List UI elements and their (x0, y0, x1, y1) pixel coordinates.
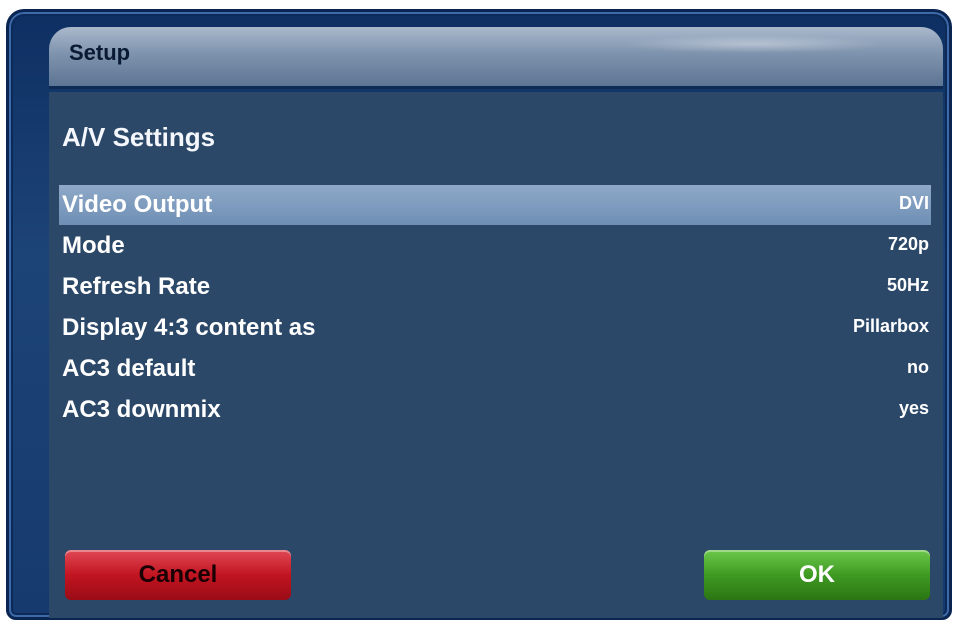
ok-button[interactable]: OK (704, 550, 930, 600)
setting-label: Video Output (62, 191, 213, 218)
setting-value: 720p (887, 234, 929, 254)
setting-label: Mode (62, 232, 125, 259)
setting-row-ac3-downmix[interactable]: AC3 downmix yes (59, 390, 931, 430)
setup-dialog-frame: Setup A/V Settings Video Output DVI Mode… (6, 9, 952, 620)
settings-panel: A/V Settings Video Output DVI Mode 720p … (49, 92, 943, 618)
title-bar: Setup (49, 27, 943, 89)
setting-label: AC3 default (62, 355, 196, 382)
setting-value: no (907, 357, 929, 377)
setting-value: yes (898, 398, 929, 418)
setting-value: 50Hz (886, 275, 929, 295)
window-title: Setup (69, 40, 131, 65)
setting-label: Display 4:3 content as (62, 314, 316, 341)
setting-value: DVI (898, 193, 929, 213)
cancel-button[interactable]: Cancel (65, 550, 291, 600)
setting-value: Pillarbox (852, 316, 929, 336)
setting-row-refresh-rate[interactable]: Refresh Rate 50Hz (59, 267, 931, 307)
setting-row-ac3-default[interactable]: AC3 default no (59, 349, 931, 389)
setting-label: AC3 downmix (62, 396, 221, 423)
setting-label: Refresh Rate (62, 273, 211, 300)
setting-row-video-output[interactable]: Video Output DVI (59, 185, 931, 225)
setting-row-display-43[interactable]: Display 4:3 content as Pillarbox (59, 308, 931, 348)
section-title: A/V Settings (62, 122, 216, 152)
setting-row-mode[interactable]: Mode 720p (59, 226, 931, 266)
